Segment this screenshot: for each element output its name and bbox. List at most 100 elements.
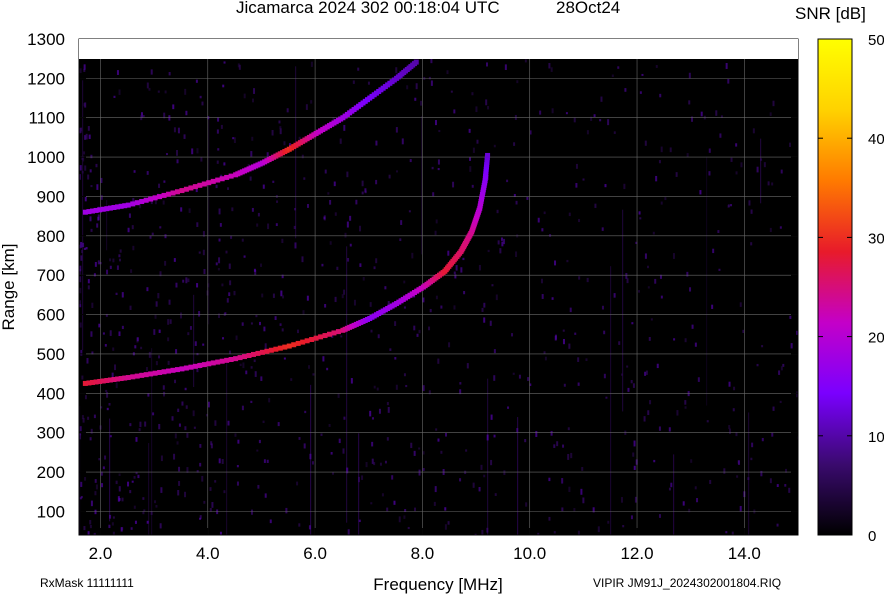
noise-speck [413,450,416,456]
trace-point [322,333,328,339]
chart-title: Jicamarca 2024 302 00:18:04 UTC [236,0,500,17]
noise-speck [660,201,663,205]
y-axis-label: Range [km] [0,244,18,331]
noise-speck [256,223,259,227]
noise-speck [767,181,770,186]
trace-point [264,348,270,354]
noise-speck [647,286,650,289]
noise-speck [245,370,248,375]
noise-speck [438,129,441,133]
noise-speck [432,192,435,197]
noise-speck [654,278,657,284]
noise-speck [229,280,232,286]
noise-speck [446,70,449,75]
noise-speck [199,444,202,448]
noise-speck [154,500,157,504]
noise-speck [218,257,221,264]
noise-speck [343,124,346,131]
x-tick-label: 10.0 [513,544,546,563]
trace-point [327,331,333,337]
y-tick-label: 200 [37,463,65,482]
noise-speck [98,458,101,461]
noise-speck [554,260,557,266]
noise-speck [497,240,500,245]
noise-speck [180,207,183,212]
noise-speck [153,329,156,335]
noise-speck [403,515,406,519]
noise-speck [736,475,739,478]
noise-speck [537,217,540,223]
x-tick-label: 12.0 [620,544,653,563]
noise-speck [418,469,421,476]
trace-point [157,194,163,200]
trace-point [179,366,185,372]
noise-speck [148,87,151,91]
noise-speck [718,268,721,271]
file-name-text: VIPIR JM91J_2024302001804.RIQ [593,576,782,590]
noise-speck [87,285,90,290]
noise-speck [358,519,361,523]
noise-speck [750,457,753,461]
noise-speck [607,119,610,126]
noise-speck [90,154,93,159]
noise-speck [154,200,157,205]
noise-speck [763,162,766,168]
noise-speck [658,514,661,518]
noise-speck [178,423,181,427]
noise-speck [169,319,172,324]
noise-speck [566,259,569,263]
noise-speck [296,481,299,486]
noise-speck [216,160,219,164]
noise-speck [364,190,367,194]
noise-speck [89,524,92,529]
noise-speck [394,321,397,326]
noise-speck [181,401,184,406]
noise-speck [160,487,163,493]
noise-speck [389,348,392,351]
trace-point [134,373,140,379]
trace-point [170,367,176,373]
noise-speck [790,343,793,349]
noise-speck [268,398,271,403]
noise-speck [95,163,98,168]
noise-speck [655,65,658,68]
trace-point [183,365,189,371]
noise-speck [160,455,163,462]
noise-speck [257,212,260,217]
noise-speck [516,80,519,84]
noise-speck [264,343,267,350]
noise-speck [159,523,162,529]
noise-speck [486,62,489,67]
trace-point [219,176,225,182]
noise-streak [610,266,612,535]
noise-speck [260,376,263,381]
noise-speck [567,427,570,431]
noise-speck [216,509,219,515]
noise-speck [87,416,90,420]
noise-speck [84,196,87,202]
trace-point [125,202,131,208]
noise-speck [188,208,191,213]
noise-speck [361,475,364,480]
noise-speck [84,395,87,400]
noise-speck [480,464,483,470]
noise-speck [463,290,466,295]
noise-speck [676,410,679,416]
noise-speck [694,486,697,490]
noise-speck [568,486,571,493]
noise-speck [478,264,481,271]
trace-point [170,190,176,196]
trace-point [134,200,140,206]
noise-speck [422,297,425,303]
noise-speck [241,238,244,242]
noise-speck [634,496,637,503]
noise-speck [249,176,252,181]
noise-speck [173,127,176,133]
noise-speck [274,316,277,320]
noise-speck [328,424,331,427]
trace-point [174,367,180,373]
noise-speck [164,90,167,94]
noise-speck [370,329,373,333]
noise-speck [263,326,266,332]
noise-speck [660,146,663,153]
